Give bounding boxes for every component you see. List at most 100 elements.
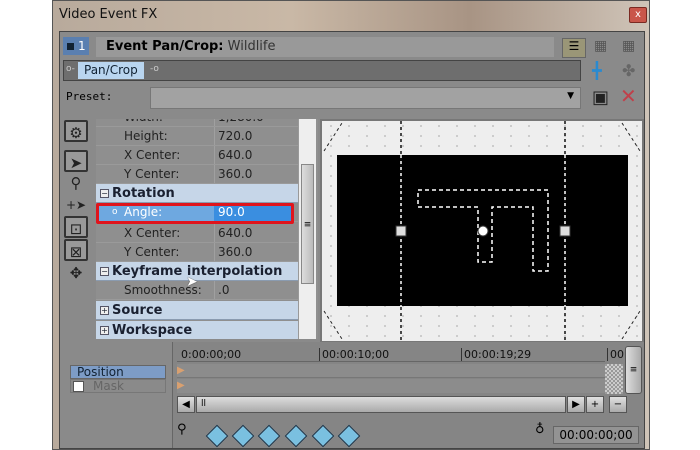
expand-icon[interactable]: + <box>100 306 109 315</box>
video-event-fx-window: Video Event FX x 1 Event Pan/Crop: Wildl… <box>52 0 650 450</box>
highlight-outline <box>96 203 294 224</box>
zoom-icon[interactable]: ⚲ <box>64 172 88 194</box>
ruler-tick: 00:00:10;00 <box>319 348 389 361</box>
close-button[interactable]: x <box>629 7 647 23</box>
mask-label: Mask <box>93 379 124 393</box>
vertical-scrollbar[interactable]: ≡ <box>625 346 642 394</box>
property-key: Height: <box>124 129 168 143</box>
section-title: Rotation <box>112 186 175 201</box>
scroll-thumb[interactable]: ll <box>196 396 566 413</box>
properties-grid: Width: 1,280.0 Height: 720.0 X Center: 640.… <box>96 119 318 339</box>
fx-panel: 1 Event Pan/Crop: Wildlife ☰ ▦ ▦ o- Pan/… <box>59 31 645 449</box>
property-key: X Center: <box>124 226 181 240</box>
scroll-right-button[interactable]: ▶ <box>567 396 585 413</box>
crop-frame-icon[interactable]: ⊠ <box>64 239 88 261</box>
property-value: 360.0 <box>218 167 253 181</box>
property-key: Width: <box>124 119 163 127</box>
property-row-angle[interactable]: o Angle: 90.0 <box>96 203 308 224</box>
zoom-out-button[interactable]: − <box>609 396 627 413</box>
save-preset-icon[interactable]: ▣ <box>592 87 609 108</box>
keyframe-marker-icon: ▶ <box>177 365 185 376</box>
track-position[interactable]: Position <box>70 365 166 379</box>
right-handle <box>559 225 571 237</box>
property-key: Y Center: <box>124 245 180 259</box>
gear-icon[interactable]: ⚙ <box>64 120 88 142</box>
mouse-cursor-icon: ➤ <box>186 274 198 290</box>
section-title: Workspace <box>112 323 193 338</box>
collapse-icon[interactable]: − <box>100 189 109 198</box>
plugin-chain-icon[interactable]: ╋ <box>592 61 602 80</box>
sync-cursor-lock-icon[interactable]: ⚲ <box>177 422 187 437</box>
timeline-scrollbar[interactable]: ◀ ll ▶ + − <box>177 396 643 413</box>
properties-scrollbar[interactable]: ≡ <box>298 119 316 339</box>
last-keyframe-button[interactable] <box>284 424 308 448</box>
property-row-rot-x-center[interactable]: X Center: 640.0 <box>96 224 308 243</box>
anchor-icon[interactable]: ⊡ <box>64 216 88 238</box>
section-rotation[interactable]: − Rotation <box>96 184 308 203</box>
property-row-height[interactable]: Height: 720.0 <box>96 127 308 146</box>
property-value: 640.0 <box>218 148 253 162</box>
left-handle <box>395 225 407 237</box>
property-row-x-center[interactable]: X Center: 640.0 <box>96 146 308 165</box>
current-time-display[interactable]: 00:00:00;00 <box>553 426 639 444</box>
mask-checkbox[interactable] <box>73 381 84 392</box>
mask-keyframe-lane[interactable]: ▶ <box>177 379 605 393</box>
property-value: 640.0 <box>218 226 253 240</box>
move-icon[interactable]: ✥ <box>64 262 88 284</box>
collapse-icon[interactable]: − <box>100 267 109 276</box>
section-source[interactable]: + Source <box>96 301 308 320</box>
event-name: Wildlife <box>227 39 276 54</box>
time-ruler: 0:00:00;00 00:00:10;00 00:00:19;29 00 <box>177 348 624 362</box>
track-icon <box>67 43 74 50</box>
property-row-smoothness[interactable]: Smoothness: .0 <box>96 281 308 300</box>
expand-icon[interactable]: + <box>100 326 109 335</box>
preset-label: Preset: <box>66 90 113 103</box>
section-keyframe-interpolation[interactable]: − Keyframe interpolation <box>96 262 308 281</box>
property-value: 1,280.0 <box>218 119 264 127</box>
scroll-left-button[interactable]: ◀ <box>177 396 195 413</box>
property-value: 720.0 <box>218 129 253 143</box>
position-keyframe-lane[interactable]: ▶ <box>177 364 605 378</box>
cursor-marker-icon: ♁ <box>535 422 545 437</box>
zoom-in-button[interactable]: + <box>586 396 604 413</box>
event-header: Event Pan/Crop: Wildlife <box>96 37 554 57</box>
next-keyframe-button[interactable] <box>257 424 281 448</box>
property-key: X Center: <box>124 148 181 162</box>
select-arrow-icon[interactable]: ➤ <box>64 150 88 172</box>
property-key: Y Center: <box>124 167 180 181</box>
property-value: 360.0 <box>218 245 253 259</box>
delete-preset-icon[interactable]: ✕ <box>620 84 637 108</box>
property-value: .0 <box>218 283 230 297</box>
preset-dropdown[interactable]: ▼ <box>150 87 581 109</box>
add-keyframe-button[interactable] <box>311 424 335 448</box>
chevron-down-icon: ▼ <box>567 91 574 101</box>
ruler-tick: 0:00:00;00 <box>181 348 242 361</box>
out-of-range-area <box>605 364 623 394</box>
keyframe-timeline[interactable]: 0:00:00;00 00:00:10;00 00:00:19;29 00 ▶ … <box>172 342 644 448</box>
delete-keyframe-button[interactable] <box>337 424 361 448</box>
track-mask[interactable]: Mask <box>70 379 166 393</box>
property-row-rot-y-center[interactable]: Y Center: 360.0 <box>96 243 308 262</box>
view-three-column-icon[interactable]: ▦ <box>622 38 635 54</box>
keyframe-marker-icon: ▶ <box>177 380 185 391</box>
property-row-y-center[interactable]: Y Center: 360.0 <box>96 165 308 184</box>
add-point-icon[interactable]: +➤ <box>64 194 88 216</box>
view-list-icon[interactable]: ☰ <box>562 38 586 58</box>
plugin-puzzle-icon[interactable]: ✤ <box>622 61 635 80</box>
section-workspace[interactable]: + Workspace <box>96 321 308 339</box>
preview-workspace[interactable] <box>320 119 644 343</box>
pan-crop-plugin[interactable]: Pan/Crop <box>78 62 144 79</box>
view-two-column-icon[interactable]: ▦ <box>594 38 607 54</box>
first-keyframe-button[interactable] <box>205 424 229 448</box>
ruler-tick: 00 <box>607 348 624 361</box>
track-number: 1 <box>78 39 86 53</box>
crop-overlay[interactable] <box>322 121 642 341</box>
ruler-tick: 00:00:19;29 <box>461 348 531 361</box>
section-title: Source <box>112 303 163 318</box>
previous-keyframe-button[interactable] <box>231 424 255 448</box>
event-label: Event Pan/Crop: <box>106 39 224 54</box>
center-handle <box>477 225 489 237</box>
fx-chain-bar: o- Pan/Crop -o <box>63 60 581 81</box>
window-title: Video Event FX <box>59 7 158 22</box>
track-badge: 1 <box>63 37 89 55</box>
